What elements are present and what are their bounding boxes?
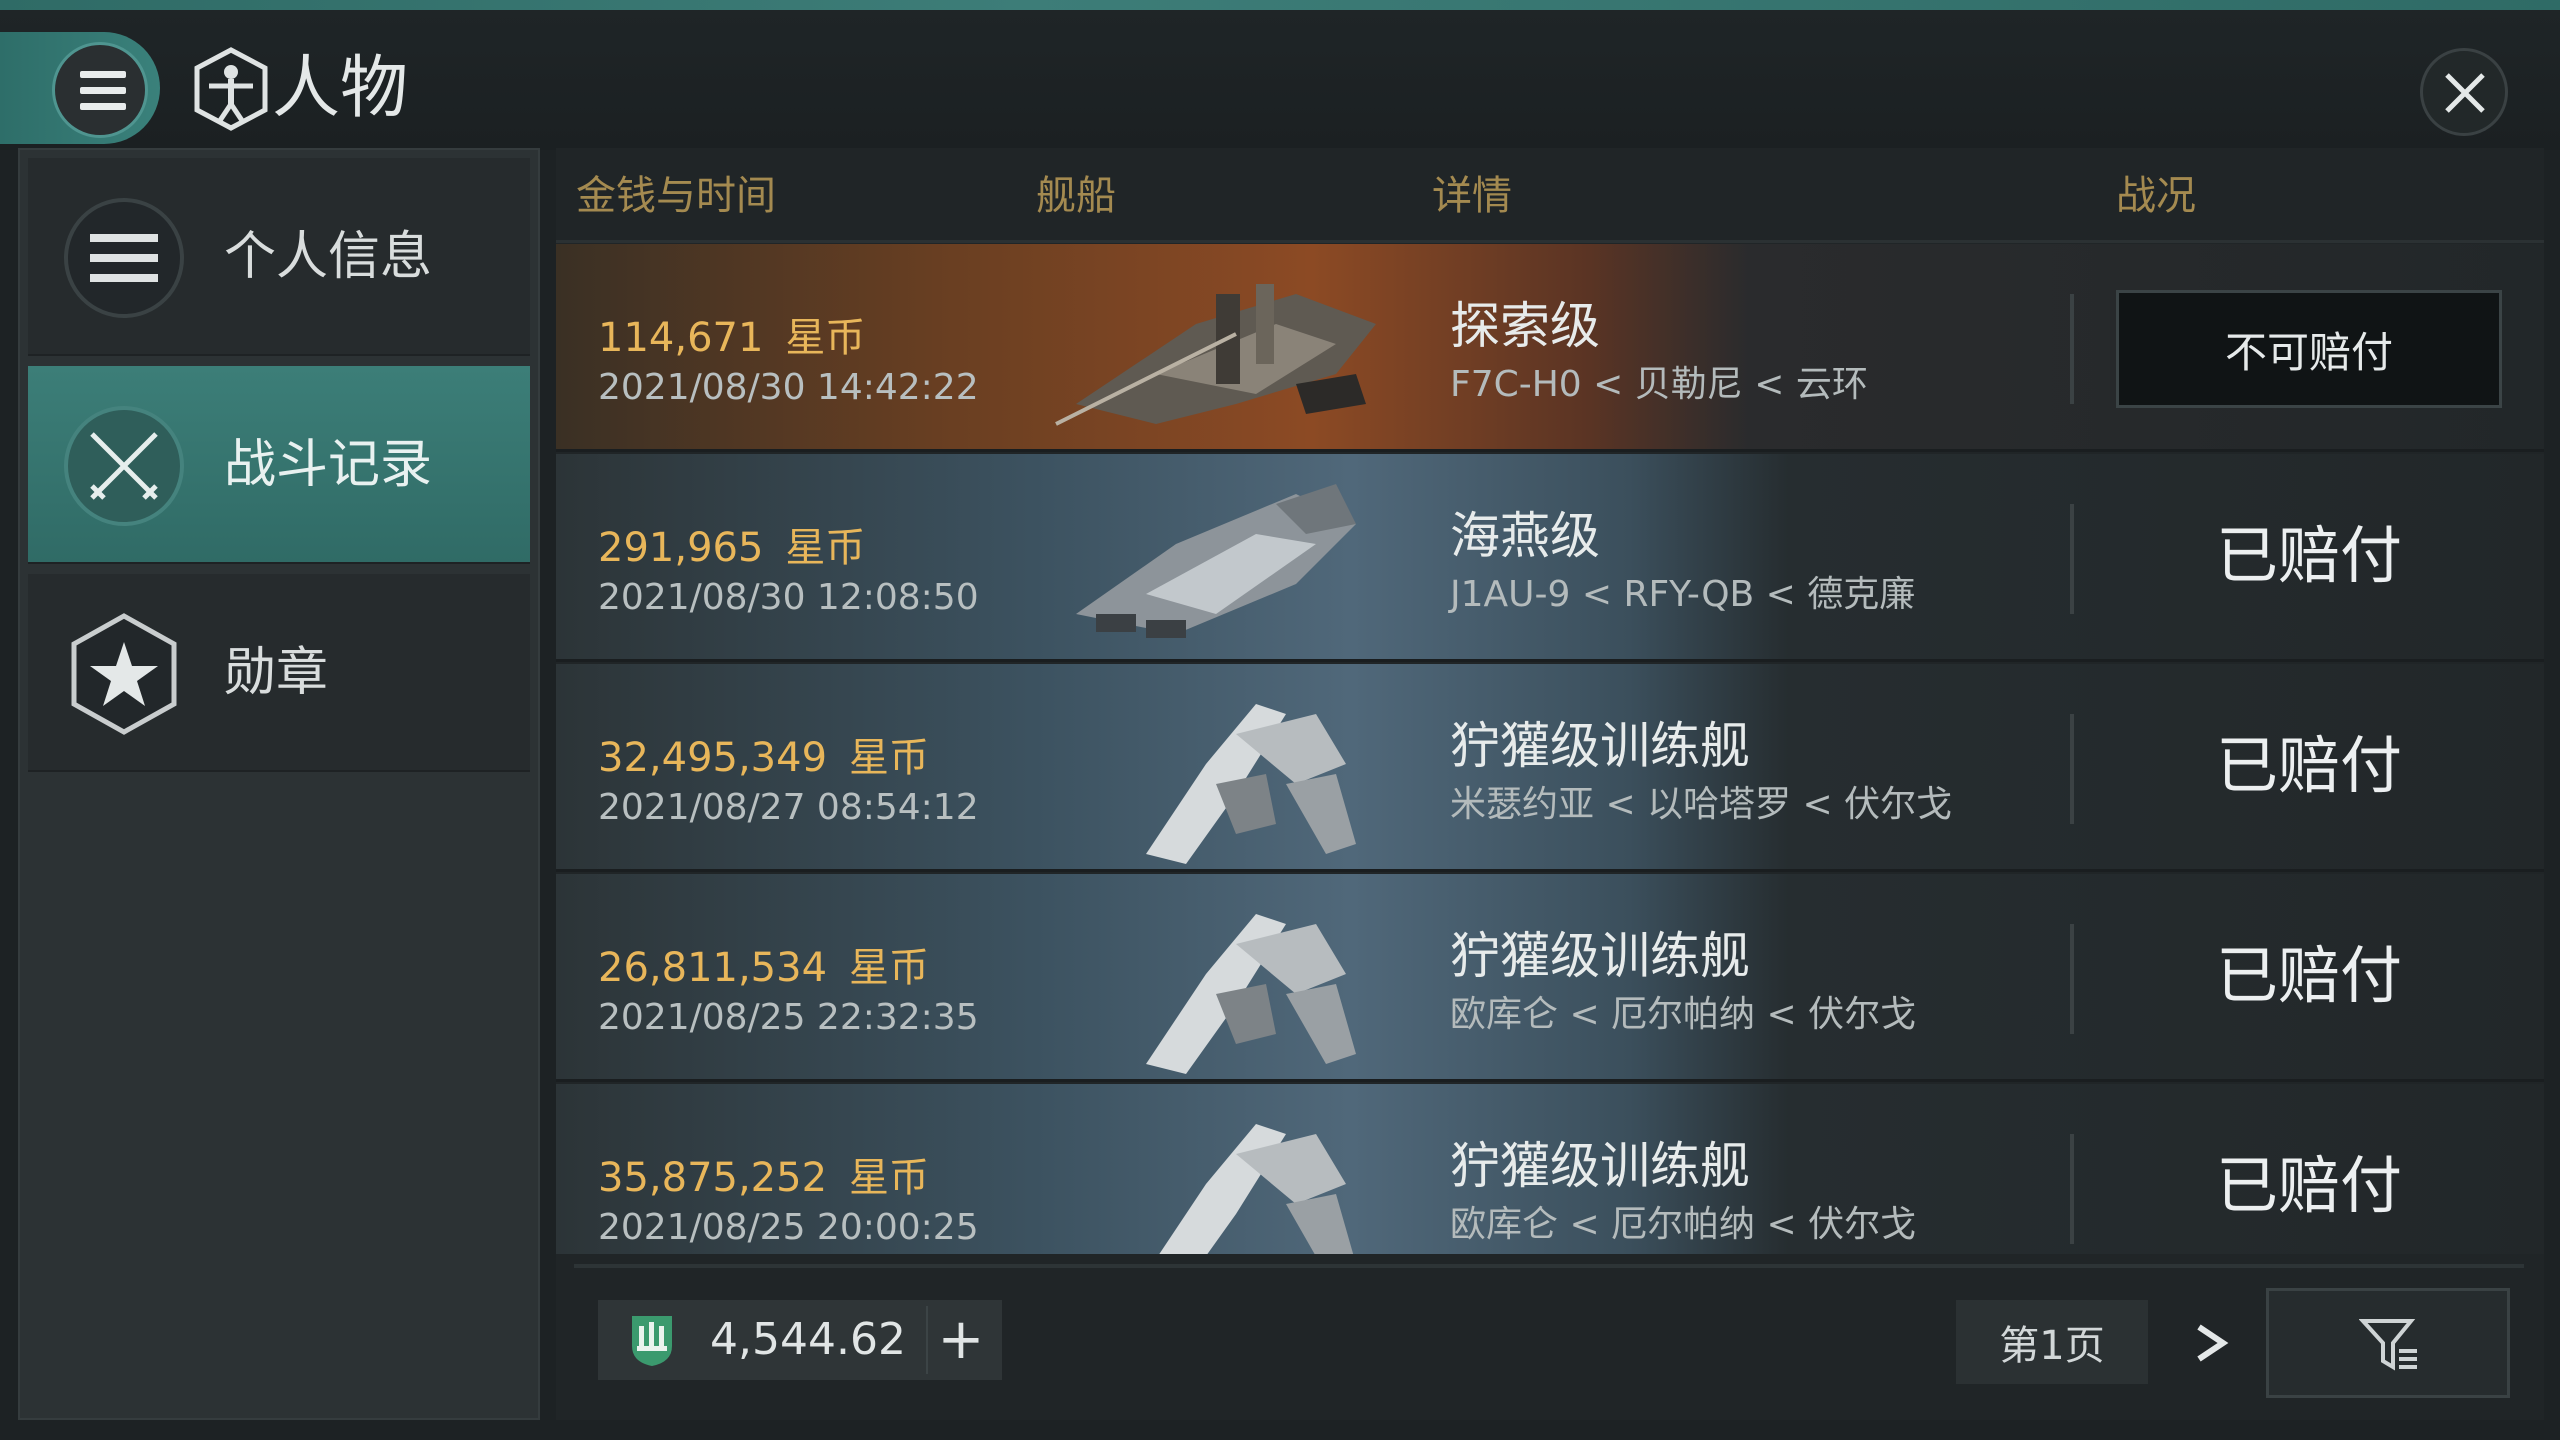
ship-location: J1AU-9 < RFY-QB < 德克廉: [1450, 574, 1916, 615]
table-row[interactable]: 114,671 星币 2021/08/30 14:42:22 探索级 F7C-H0…: [556, 244, 2544, 452]
timestamp: 2021/08/27 08:54:12: [598, 787, 979, 828]
isk-amount: 35,875,252 星币: [598, 1155, 930, 1201]
header-divider: [556, 240, 2544, 243]
status-label: 已赔付: [2215, 939, 2402, 1012]
ship-name: 狞獾级训练舰: [1450, 1137, 1750, 1195]
combat-log-panel: 金钱与时间 舰船 详情 战况 114,671 星币 2021/08/30 14:4…: [556, 148, 2544, 1420]
sidebar-item-medals[interactable]: 勋章: [28, 574, 530, 772]
ship-name: 狞獾级训练舰: [1450, 927, 1750, 985]
crossed-swords-icon: [64, 406, 184, 526]
ship-name: 狞獾级训练舰: [1450, 717, 1750, 775]
timestamp: 2021/08/30 14:42:22: [598, 367, 979, 408]
top-accent-strip: [0, 0, 2560, 10]
wallet-value: 4,544.62: [710, 1314, 906, 1365]
ship-location: 米瑟约亚 < 以哈塔罗 < 伏尔戈: [1450, 784, 1953, 825]
ship-name: 探索级: [1450, 297, 1600, 355]
ship-image: [1159, 1124, 1354, 1254]
ship-location: 欧库仑 < 厄尔帕纳 < 伏尔戈: [1450, 1204, 1917, 1245]
sidebar-item-personal-info[interactable]: 个人信息: [28, 158, 530, 356]
chevron-right-icon[interactable]: [2176, 1308, 2246, 1378]
filter-button[interactable]: [2266, 1288, 2510, 1398]
timestamp: 2021/08/30 12:08:50: [598, 577, 979, 618]
ship-image: [1146, 914, 1356, 1074]
table-row[interactable]: 291,965 星币 2021/08/30 12:08:50 海燕级 J1AU-9…: [556, 454, 2544, 662]
table-row[interactable]: 32,495,349 星币 2021/08/27 08:54:12 狞獾级训练舰 …: [556, 664, 2544, 872]
header-bar: 人物: [0, 10, 2560, 150]
character-icon: [194, 47, 268, 131]
sidebar: 个人信息 战斗记录 勋章: [18, 148, 540, 1420]
ship-image: [1076, 484, 1356, 638]
list-icon: [64, 198, 184, 318]
isk-amount: 291,965 星币: [598, 525, 866, 571]
star-medal-icon: [71, 613, 177, 735]
isk-amount: 114,671 星币: [598, 315, 866, 361]
status-button[interactable]: 不可赔付: [2116, 290, 2502, 408]
page-title: 人物: [272, 49, 409, 128]
table-row[interactable]: 26,811,534 星币 2021/08/25 22:32:35 狞獾级训练舰 …: [556, 874, 2544, 1082]
sidebar-item-label: 个人信息: [224, 227, 433, 287]
filter-icon: [2359, 1319, 2417, 1371]
add-currency-button[interactable]: +: [926, 1306, 994, 1374]
column-header-ship: 舰船: [1036, 173, 1116, 219]
ship-image: [1055, 284, 1376, 426]
status-label: 已赔付: [2215, 1149, 2402, 1222]
isk-amount: 32,495,349 星币: [598, 735, 930, 781]
sidebar-item-label: 勋章: [224, 643, 329, 703]
ship-location: 欧库仑 < 厄尔帕纳 < 伏尔戈: [1450, 994, 1917, 1035]
column-header-money-time: 金钱与时间: [576, 173, 776, 219]
column-header-details: 详情: [1432, 173, 1512, 219]
sidebar-item-label: 战斗记录: [224, 435, 433, 495]
timestamp: 2021/08/25 20:00:25: [598, 1207, 979, 1248]
ship-name: 海燕级: [1450, 507, 1600, 565]
close-icon[interactable]: [2420, 48, 2508, 136]
isk-amount: 26,811,534 星币: [598, 945, 930, 991]
timestamp: 2021/08/25 22:32:35: [598, 997, 979, 1038]
hamburger-menu-icon[interactable]: [52, 42, 148, 138]
sidebar-item-combat-log[interactable]: 战斗记录: [28, 366, 530, 564]
column-header-status: 战况: [2116, 173, 2196, 219]
table-row[interactable]: 35,875,252 星币 2021/08/25 20:00:25 狞獾级训练舰 …: [556, 1084, 2544, 1254]
page-indicator: 第1页: [1956, 1300, 2148, 1384]
ship-image: [1146, 704, 1356, 864]
status-label: 已赔付: [2215, 519, 2402, 592]
ship-location: F7C-H0 < 贝勒尼 < 云环: [1450, 364, 1868, 405]
wallet-currency-icon: [632, 1316, 672, 1366]
footer-divider: [574, 1264, 2524, 1268]
wallet-balance: 4,544.62 +: [598, 1300, 1002, 1380]
status-label: 已赔付: [2215, 729, 2402, 802]
